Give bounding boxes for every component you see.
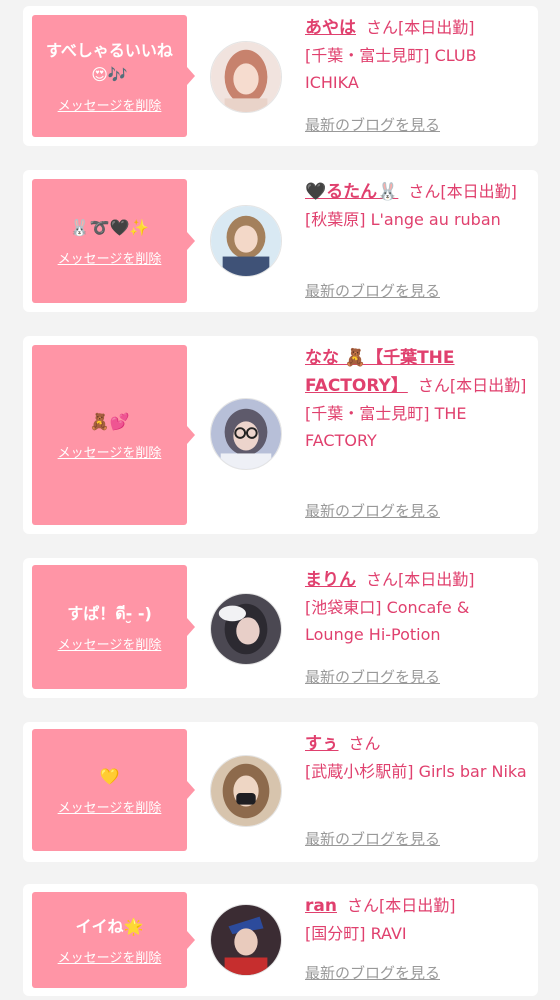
message-text: イイね🌟 [75, 916, 144, 936]
status-badge: [本日出勤] [440, 182, 517, 201]
message-card: 🧸💕 メッセージを削除 なな 🧸【千葉THE FACTORY】 さん[本日出勤] … [23, 336, 538, 534]
message-bubble: 🧸💕 メッセージを削除 [32, 345, 195, 525]
message-text: 💛 [99, 766, 120, 786]
message-list: すべしゃるいいね😍🎶 メッセージを削除 あやは さん[本日出勤] [千葉・富士見町… [0, 0, 560, 1000]
cast-name-link[interactable]: すぅ [305, 734, 339, 754]
san-suffix: さん [366, 570, 399, 589]
avatar[interactable] [210, 904, 282, 976]
avatar-photo [211, 905, 281, 975]
shop-label: [秋葉原] L'ange au ruban [305, 210, 501, 229]
message-bubble: すべしゃるいいね😍🎶 メッセージを削除 [32, 15, 195, 137]
san-suffix: さん [366, 18, 399, 37]
shop-label: [千葉・富士見町] CLUB ICHIKA [305, 46, 477, 92]
avatar-photo [211, 594, 281, 664]
message-card: すぱ！ดี-̮ -) メッセージを削除 まりん さん[本日出勤] [池袋東口] C… [23, 558, 538, 698]
shop-label: [千葉・富士見町] THE FACTORY [305, 404, 467, 450]
avatar[interactable] [210, 205, 282, 277]
latest-blog-link[interactable]: 最新のブログを見る [305, 114, 440, 135]
latest-blog-link[interactable]: 最新のブログを見る [305, 666, 440, 687]
latest-blog-link[interactable]: 最新のブログを見る [305, 962, 440, 983]
shop-label: [国分町] RAVI [305, 924, 407, 943]
message-bubble: すぱ！ดี-̮ -) メッセージを削除 [32, 565, 195, 689]
cast-info: あやは さん[本日出勤] [千葉・富士見町] CLUB ICHIKA [305, 14, 533, 96]
message-card: 🐰➰🖤✨ メッセージを削除 🖤るたん🐰 さん[本日出勤] [秋葉原] L'ange… [23, 170, 538, 312]
shop-label: [武蔵小杉駅前] Girls bar Nika [305, 762, 527, 781]
message-bubble: イイね🌟 メッセージを削除 [32, 892, 195, 988]
san-suffix: さん [348, 734, 381, 753]
message-bubble: 🐰➰🖤✨ メッセージを削除 [32, 179, 195, 303]
message-card: すべしゃるいいね😍🎶 メッセージを削除 あやは さん[本日出勤] [千葉・富士見町… [23, 6, 538, 146]
message-text: 🧸💕 [89, 411, 130, 431]
message-text: すぱ！ดี-̮ -) [67, 603, 152, 623]
delete-message-link[interactable]: メッセージを削除 [58, 95, 162, 114]
avatar-photo [211, 756, 281, 826]
san-suffix: さん [346, 896, 379, 915]
cast-info: 🖤るたん🐰 さん[本日出勤] [秋葉原] L'ange au ruban [305, 178, 533, 233]
status-badge: [本日出勤] [398, 570, 475, 589]
status-badge: [本日出勤] [398, 18, 475, 37]
shop-label: [池袋東口] Concafe & Lounge Hi-Potion [305, 598, 470, 644]
cast-name-link[interactable]: あやは [305, 18, 356, 38]
status-badge: [本日出勤] [449, 376, 527, 395]
avatar-photo [211, 206, 281, 276]
san-suffix: さん [417, 376, 450, 395]
cast-name-link[interactable]: ran [305, 896, 337, 916]
cast-info: なな 🧸【千葉THE FACTORY】 さん[本日出勤] [千葉・富士見町] TH… [305, 344, 533, 454]
avatar-photo [211, 42, 281, 112]
avatar-photo [211, 399, 281, 469]
cast-info: ran さん[本日出勤] [国分町] RAVI [305, 892, 533, 947]
delete-message-link[interactable]: メッセージを削除 [58, 248, 162, 267]
message-text: すべしゃるいいね😍🎶 [46, 40, 173, 84]
cast-info: まりん さん[本日出勤] [池袋東口] Concafe & Lounge Hi-P… [305, 566, 533, 648]
latest-blog-link[interactable]: 最新のブログを見る [305, 500, 440, 521]
san-suffix: さん [408, 182, 441, 201]
latest-blog-link[interactable]: 最新のブログを見る [305, 280, 440, 301]
latest-blog-link[interactable]: 最新のブログを見る [305, 828, 440, 849]
message-bubble: 💛 メッセージを削除 [32, 729, 195, 851]
message-card: 💛 メッセージを削除 すぅ さん [武蔵小杉駅前] Girls bar Nika … [23, 722, 538, 862]
avatar[interactable] [210, 755, 282, 827]
delete-message-link[interactable]: メッセージを削除 [58, 442, 162, 461]
cast-info: すぅ さん [武蔵小杉駅前] Girls bar Nika [305, 730, 533, 785]
avatar[interactable] [210, 593, 282, 665]
delete-message-link[interactable]: メッセージを削除 [58, 634, 162, 653]
message-card: イイね🌟 メッセージを削除 ran さん[本日出勤] [国分町] RAVI 最新の… [23, 884, 538, 996]
delete-message-link[interactable]: メッセージを削除 [58, 947, 162, 966]
message-text: 🐰➰🖤✨ [69, 217, 150, 237]
cast-name-link[interactable]: まりん [305, 570, 356, 590]
avatar[interactable] [210, 41, 282, 113]
avatar[interactable] [210, 398, 282, 470]
delete-message-link[interactable]: メッセージを削除 [58, 797, 162, 816]
cast-name-link[interactable]: 🖤るたん🐰 [305, 182, 398, 202]
status-badge: [本日出勤] [378, 896, 456, 915]
